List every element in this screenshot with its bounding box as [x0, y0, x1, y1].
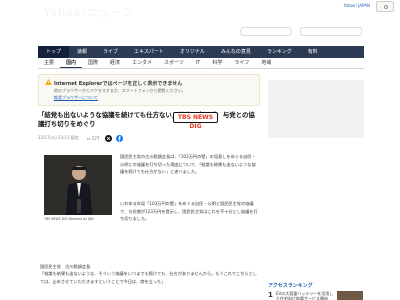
- cat-sports[interactable]: スポーツ: [158, 58, 190, 68]
- comment-icon: ▭: [86, 135, 91, 141]
- article-meta: 12/17(火) 23:11 配信 ▭ 177: [38, 133, 260, 143]
- yahoo-japan-link[interactable]: Yahoo! JAPAN: [344, 3, 370, 8]
- comment-count[interactable]: ▭ 177: [87, 136, 100, 141]
- warning-icon: [45, 79, 52, 85]
- quote-block: 国民民主党 古川税調会長 「結論も結果も出ないような、そういう協議をいつまでも続…: [40, 263, 260, 285]
- article-paragraph: 国民民主党の古川税調会長は、「103万円の壁」の見直しをめぐる自民・公明との協議…: [120, 154, 256, 175]
- cat-life[interactable]: ライフ: [228, 58, 255, 68]
- nav-live[interactable]: ライブ: [95, 46, 126, 58]
- article-paragraph: いわゆる年収「103万円の壁」をめぐる自民・公明と国民民主党の協議で、与党側が1…: [120, 201, 258, 222]
- nav-opinion[interactable]: みんなの意見: [213, 46, 259, 58]
- nav-top[interactable]: トップ: [38, 46, 70, 58]
- ad-slot: [268, 80, 364, 138]
- speaker-figure: [66, 166, 92, 215]
- x-share-icon[interactable]: [105, 134, 113, 142]
- search-box[interactable]: [300, 27, 362, 36]
- ranking-item[interactable]: 1 EVの大容量バッテリーを活用した住宅向け給電サービス開始 TBS NEWS …: [268, 291, 364, 300]
- comment-count-value: 177: [91, 135, 100, 141]
- global-nav: トップ 速報 ライブ エキスパート オリジナル みんなの意見 ランキング 有料: [38, 46, 364, 58]
- sidebar: [268, 74, 364, 138]
- menu-button[interactable]: [376, 1, 394, 12]
- ranking-number: 1: [268, 291, 273, 299]
- notice-text: 他のブラウザーからアクセスするか、スマートフォンから閲覧ください。: [54, 88, 186, 93]
- quote-label: 国民民主党 古川税調会長: [40, 264, 91, 269]
- publish-time: 12/17(火) 23:11 配信: [38, 135, 79, 140]
- nav-original[interactable]: オリジナル: [172, 46, 213, 58]
- ranking-title[interactable]: アクセスランキング: [268, 282, 313, 289]
- cat-world[interactable]: 国際: [82, 58, 104, 68]
- article-headline: 「結党も出ないような協議を続けても仕方ない」国民・古川氏 与党との協議打ち切りを…: [38, 111, 255, 128]
- user-icon: [384, 5, 388, 9]
- browser-notice: Internet Explorerではページを正しく表示できません 他のブラウザ…: [38, 74, 260, 106]
- nav-expert[interactable]: エキスパート: [126, 46, 172, 58]
- article-column: Internet Explorerではページを正しく表示できません 他のブラウザ…: [38, 74, 260, 291]
- article-body: TBS NEWS DIG Powered by JNN 国民民主党の古川税調会長…: [38, 147, 260, 291]
- facebook-share-icon[interactable]: [116, 134, 124, 142]
- article-photo[interactable]: [44, 155, 112, 215]
- site-logo[interactable]: Yahoo!ニュース: [44, 4, 134, 20]
- cat-science[interactable]: 科学: [206, 58, 228, 68]
- nav-breaking[interactable]: 速報: [69, 46, 95, 58]
- cat-entertainment[interactable]: エンタメ: [126, 58, 158, 68]
- tbs-news-dig-logo[interactable]: TBS NEWS DIG: [173, 112, 218, 130]
- photo-caption: TBS NEWS DIG Powered by JNN: [44, 217, 94, 221]
- ranking-thumbnail: [337, 291, 363, 300]
- ranking-text: EVの大容量バッテリーを活用した住宅向け給電サービス開始: [276, 291, 334, 300]
- nav-paid[interactable]: 有料: [300, 46, 326, 58]
- notice-title: Internet Explorerではページを正しく表示できません: [54, 81, 183, 87]
- quote-text: 「結論も結果も出ないような、そういう協議をいつまでも続けても、仕方がありませんか…: [40, 271, 257, 284]
- cat-economy[interactable]: 経済: [104, 58, 126, 68]
- recommended-browser-link[interactable]: 推奨ブラウザーについて: [54, 95, 98, 101]
- cat-main[interactable]: 主要: [38, 58, 60, 68]
- cat-domestic[interactable]: 国内: [60, 58, 83, 68]
- cat-local[interactable]: 地域: [255, 58, 277, 68]
- category-nav: 主要 国内 国際 経済 エンタメ スポーツ IT 科学 ライフ 地域: [38, 58, 364, 69]
- search-input[interactable]: [240, 27, 292, 36]
- nav-ranking[interactable]: ランキング: [259, 46, 300, 58]
- cat-it[interactable]: IT: [190, 58, 207, 68]
